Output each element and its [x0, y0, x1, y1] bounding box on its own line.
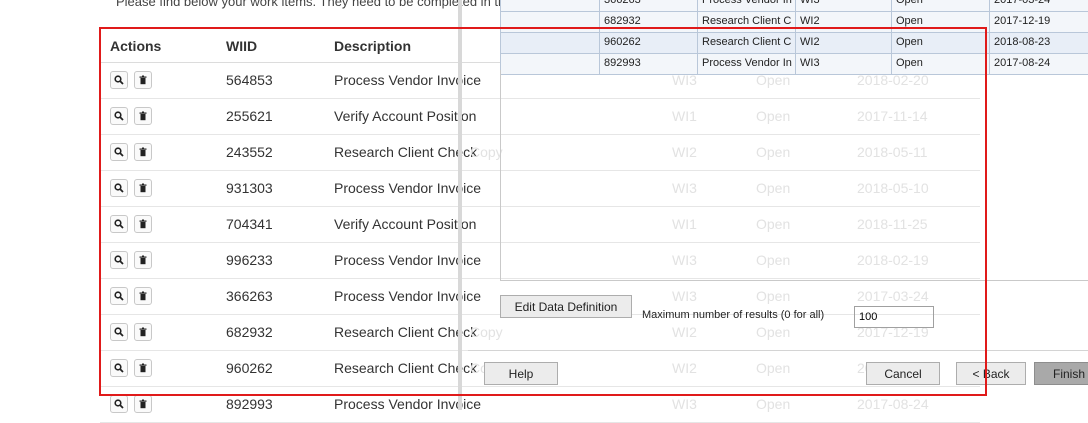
- grid-row[interactable]: 960262 Research Client C WI2 Open 2018-08-23: [501, 32, 1088, 53]
- cell-wiid: 682932: [226, 324, 273, 340]
- cell-description: Verify Account Position: [334, 216, 477, 232]
- delete-icon[interactable]: [134, 359, 152, 377]
- view-icon[interactable]: [110, 179, 128, 197]
- cell-description: Verify Account Position: [334, 108, 477, 124]
- cell-description: Research Client Check: [334, 360, 478, 376]
- grid-cell-description: Research Client C: [698, 12, 796, 32]
- grid-cell-blank: [501, 33, 600, 53]
- view-icon[interactable]: [110, 359, 128, 377]
- results-grid: 366263 Process Vendor In WI3 Open 2017-03-24…: [500, 0, 1088, 75]
- delete-icon[interactable]: [134, 287, 152, 305]
- delete-icon[interactable]: [134, 143, 152, 161]
- view-icon[interactable]: [110, 71, 128, 89]
- grid-cell-description: Process Vendor In: [698, 0, 796, 11]
- help-button[interactable]: Help: [484, 362, 558, 385]
- grid-cell-blank: [501, 12, 600, 32]
- edit-data-definition-button[interactable]: Edit Data Definition: [500, 295, 632, 318]
- results-dialog: 366263 Process Vendor In WI3 Open 2017-03-24…: [458, 0, 1088, 410]
- dialog-separator: [468, 350, 1088, 351]
- cell-wiid: 243552: [226, 144, 273, 160]
- cell-wiid: 931303: [226, 180, 273, 196]
- header-description[interactable]: Description: [334, 38, 411, 54]
- grid-cell-status: Open: [892, 33, 990, 53]
- delete-icon[interactable]: [134, 251, 152, 269]
- back-button[interactable]: < Back: [956, 362, 1026, 385]
- view-icon[interactable]: [110, 143, 128, 161]
- cell-description: Research Client Check: [334, 144, 478, 160]
- view-icon[interactable]: [110, 107, 128, 125]
- finish-button[interactable]: Finish: [1034, 362, 1088, 385]
- grid-cell-type: WI2: [796, 12, 892, 32]
- cell-wiid: 960262: [226, 360, 273, 376]
- view-icon[interactable]: [110, 323, 128, 341]
- results-grid-empty-area: [500, 70, 1088, 281]
- grid-cell-wiid: 366263: [600, 0, 698, 11]
- cell-wiid: 892993: [226, 396, 273, 412]
- cell-wiid: 255621: [226, 108, 273, 124]
- grid-cell-description: Research Client C: [698, 33, 796, 53]
- grid-row[interactable]: 682932 Research Client C WI2 Open 2017-12-19: [501, 11, 1088, 32]
- cell-description: Research Client Check: [334, 324, 478, 340]
- grid-cell-blank: [501, 0, 600, 11]
- cell-wiid: 366263: [226, 288, 273, 304]
- grid-cell-wiid: 682932: [600, 12, 698, 32]
- grid-row[interactable]: 366263 Process Vendor In WI3 Open 2017-03-24: [501, 0, 1088, 11]
- delete-icon[interactable]: [134, 107, 152, 125]
- view-icon[interactable]: [110, 287, 128, 305]
- header-wiid[interactable]: WIID: [226, 38, 257, 54]
- cell-wiid: 996233: [226, 252, 273, 268]
- cell-wiid: 704341: [226, 216, 273, 232]
- grid-cell-date: 2018-08-23: [994, 36, 1051, 48]
- view-icon[interactable]: [110, 395, 128, 413]
- grid-cell-date: 2017-03-24: [994, 0, 1051, 6]
- delete-icon[interactable]: [134, 215, 152, 233]
- cancel-button[interactable]: Cancel: [866, 362, 940, 385]
- grid-cell-type: WI3: [796, 0, 892, 11]
- delete-icon[interactable]: [134, 179, 152, 197]
- grid-cell-type: WI2: [796, 33, 892, 53]
- delete-icon[interactable]: [134, 395, 152, 413]
- grid-cell-status: Open: [892, 0, 990, 11]
- header-actions: Actions: [110, 38, 162, 54]
- cell-wiid: 564853: [226, 72, 273, 88]
- delete-icon[interactable]: [134, 323, 152, 341]
- view-icon[interactable]: [110, 251, 128, 269]
- max-results-input[interactable]: [854, 306, 934, 328]
- max-results-label: Maximum number of results (0 for all): [642, 309, 825, 321]
- view-icon[interactable]: [110, 215, 128, 233]
- grid-cell-date: 2017-12-19: [994, 15, 1051, 27]
- grid-cell-wiid: 960262: [600, 33, 698, 53]
- grid-cell-status: Open: [892, 12, 990, 32]
- delete-icon[interactable]: [134, 71, 152, 89]
